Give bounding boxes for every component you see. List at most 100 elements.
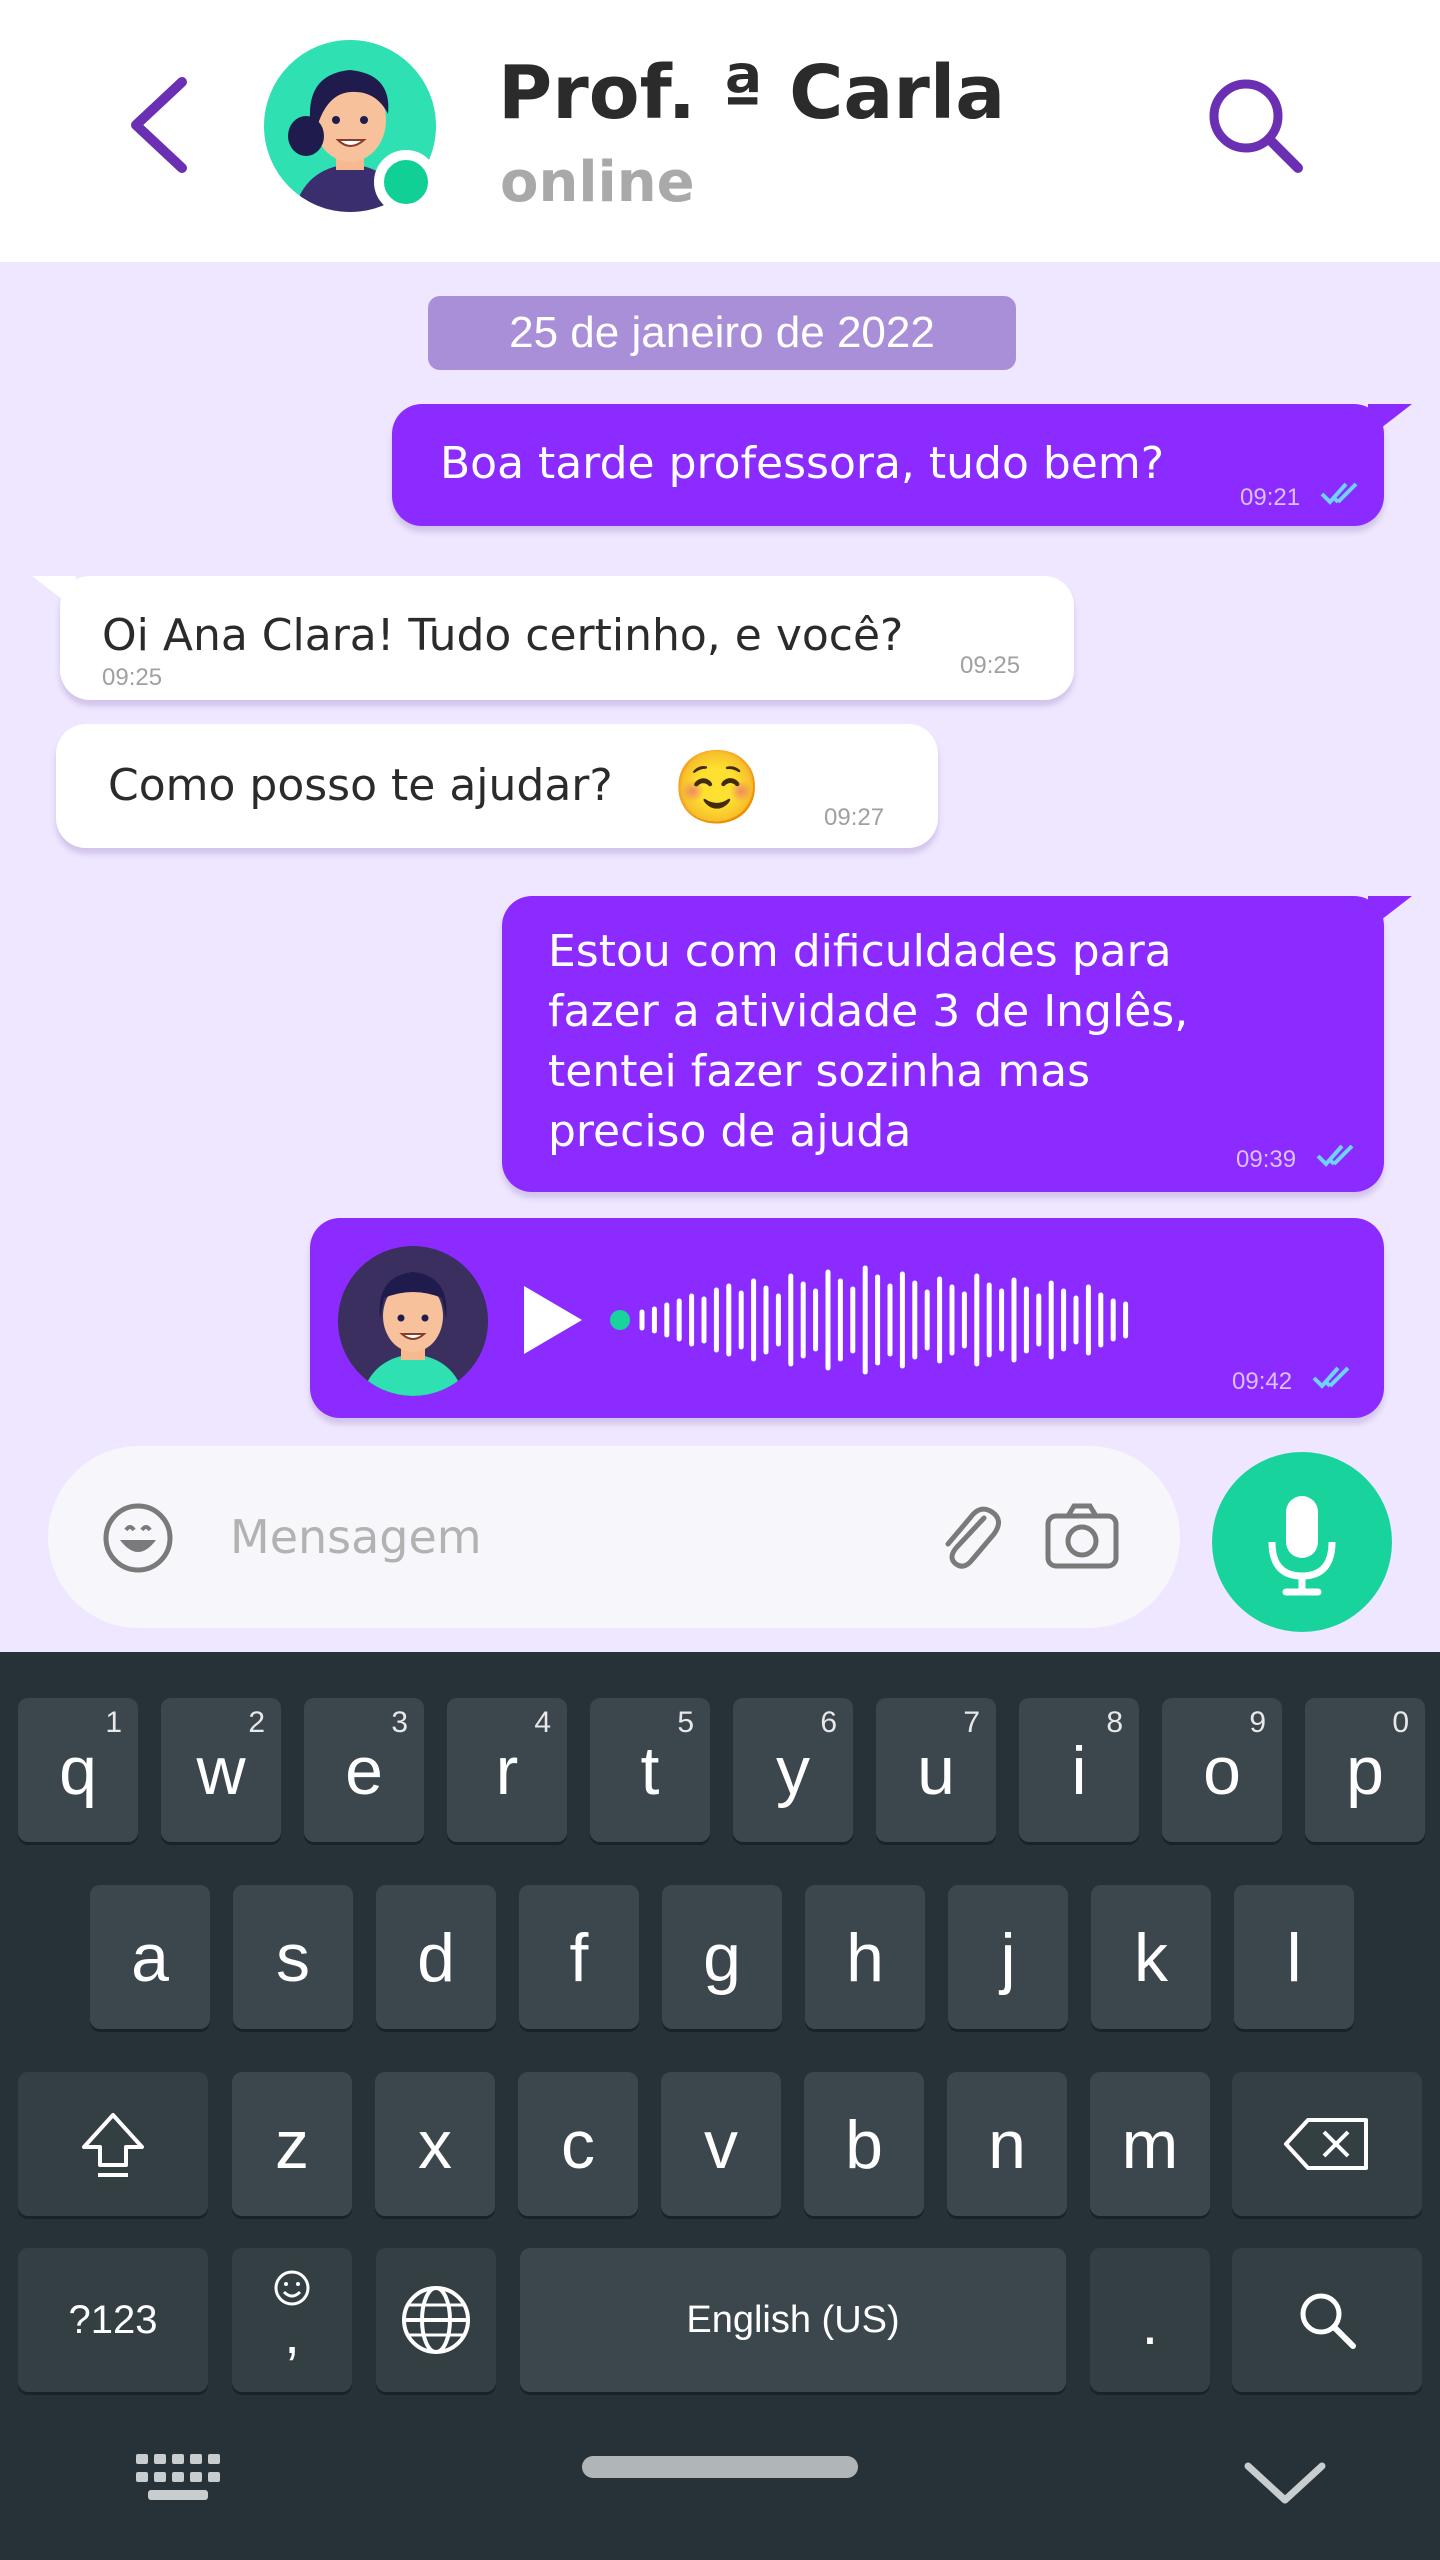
key-n[interactable]: n [947, 2072, 1067, 2216]
message-input[interactable] [228, 1486, 932, 1588]
key-hint-number: 0 [1392, 1706, 1409, 1739]
key-s[interactable]: s [233, 1885, 353, 2029]
symbols-key-label: ?123 [68, 2298, 158, 2342]
key-d[interactable]: d [376, 1885, 496, 2029]
play-icon [524, 1286, 582, 1354]
bubble-tail [32, 576, 76, 610]
message-time-secondary: 09:25 [102, 664, 163, 691]
voice-record-button[interactable] [1212, 1452, 1392, 1632]
key-q[interactable]: q1 [18, 1698, 138, 1842]
key-label: o [1203, 1733, 1241, 1809]
contact-status: online [500, 150, 695, 215]
key-k[interactable]: k [1091, 1885, 1211, 2029]
key-label: z [275, 2107, 309, 2183]
key-hint-number: 2 [248, 1706, 265, 1739]
key-label: v [704, 2107, 738, 2183]
key-z[interactable]: z [232, 2072, 352, 2216]
audio-message-bubble[interactable]: 09:42 [310, 1218, 1384, 1418]
language-key[interactable] [376, 2248, 496, 2392]
key-label: p [1346, 1733, 1384, 1809]
key-label: t [640, 1733, 660, 1809]
key-hint-number: 9 [1249, 1706, 1266, 1739]
shift-icon [82, 2113, 144, 2177]
key-hint-number: 1 [105, 1706, 122, 1739]
paperclip-icon [945, 1506, 1001, 1569]
key-hint-number: 3 [391, 1706, 408, 1739]
key-label: a [131, 1920, 169, 1996]
search-button[interactable] [1200, 70, 1310, 180]
key-label: d [417, 1920, 455, 1996]
key-e[interactable]: e3 [304, 1698, 424, 1842]
playhead-dot[interactable] [610, 1310, 630, 1330]
message-text-line: tentei fazer sozinha mas [548, 1046, 1091, 1097]
key-g[interactable]: g [662, 1885, 782, 2029]
contact-avatar[interactable] [264, 40, 438, 214]
bubble-tail [1368, 404, 1412, 438]
double-check-icon [1312, 1366, 1350, 1389]
period-key-label: . [1141, 2290, 1159, 2357]
key-label: e [345, 1733, 383, 1809]
play-button[interactable] [510, 1280, 590, 1360]
message-bubble-outgoing[interactable]: Boa tarde professora, tudo bem? 09:21 [392, 404, 1412, 526]
camera-icon [1045, 1503, 1119, 1569]
search-icon [1209, 79, 1303, 173]
gesture-navigation-handle[interactable] [582, 2456, 858, 2478]
key-u[interactable]: u7 [876, 1698, 996, 1842]
key-l[interactable]: l [1234, 1885, 1354, 2029]
comma-emoji-key[interactable]: , [232, 2248, 352, 2392]
message-text: Boa tarde professora, tudo bem? [440, 438, 1165, 489]
backspace-key[interactable] [1232, 2072, 1422, 2216]
key-b[interactable]: b [804, 2072, 924, 2216]
space-key[interactable]: English (US) [520, 2248, 1066, 2392]
key-hint-number: 7 [963, 1706, 980, 1739]
emoji-button[interactable] [100, 1500, 176, 1576]
shift-key[interactable] [18, 2072, 208, 2216]
camera-button[interactable] [1042, 1496, 1122, 1576]
message-time: 09:25 [960, 652, 1021, 679]
key-y[interactable]: y6 [733, 1698, 853, 1842]
key-x[interactable]: x [375, 2072, 495, 2216]
back-button[interactable] [120, 70, 200, 180]
period-key[interactable]: . [1090, 2248, 1210, 2392]
double-check-icon [1320, 482, 1358, 505]
contact-name[interactable]: Prof. ª Carla [498, 50, 1005, 136]
key-f[interactable]: f [519, 1885, 639, 2029]
key-t[interactable]: t5 [590, 1698, 710, 1842]
key-h[interactable]: h [805, 1885, 925, 2029]
message-bubble-incoming[interactable]: Oi Ana Clara! Tudo certinho, e você? 09:… [32, 576, 1074, 700]
key-p[interactable]: p0 [1305, 1698, 1425, 1842]
message-bubble-outgoing[interactable]: Estou com dificuldades para fazer a ativ… [502, 896, 1412, 1192]
keyboard-switch-icon[interactable] [132, 2450, 232, 2510]
key-r[interactable]: r4 [447, 1698, 567, 1842]
key-j[interactable]: j [948, 1885, 1068, 2029]
key-m[interactable]: m [1090, 2072, 1210, 2216]
chat-header: Prof. ª Carla online [0, 0, 1440, 262]
key-a[interactable]: a [90, 1885, 210, 2029]
key-hint-number: 5 [677, 1706, 694, 1739]
message-bubble-incoming[interactable]: Como posso te ajudar? ☺️ 09:27 [56, 724, 938, 848]
hide-keyboard-icon[interactable] [1240, 2452, 1330, 2512]
symbols-key[interactable]: ?123 [18, 2248, 208, 2392]
message-text-line: fazer a atividade 3 de Inglês, [548, 986, 1189, 1037]
audio-waveform[interactable] [610, 1254, 1150, 1386]
key-i[interactable]: i8 [1019, 1698, 1139, 1842]
key-label: u [917, 1733, 955, 1809]
key-label: s [276, 1920, 310, 1996]
onscreen-keyboard: q1w2e3r4t5y6u7i8o9p0 asdfghjkl zxcvbnm ?… [0, 1652, 1440, 2560]
attach-button[interactable] [928, 1496, 1008, 1576]
key-v[interactable]: v [661, 2072, 781, 2216]
message-time: 09:42 [1232, 1368, 1293, 1395]
key-label: y [776, 1733, 810, 1809]
key-label: w [196, 1733, 246, 1809]
key-c[interactable]: c [518, 2072, 638, 2216]
message-time: 09:21 [1240, 484, 1301, 511]
key-hint-number: 8 [1106, 1706, 1123, 1739]
key-w[interactable]: w2 [161, 1698, 281, 1842]
search-key[interactable] [1232, 2248, 1422, 2392]
key-o[interactable]: o9 [1162, 1698, 1282, 1842]
chevron-left-icon [131, 77, 187, 173]
key-label: m [1121, 2107, 1179, 2183]
key-label: f [569, 1920, 589, 1996]
key-label: c [561, 2107, 595, 2183]
sender-avatar [338, 1246, 488, 1396]
